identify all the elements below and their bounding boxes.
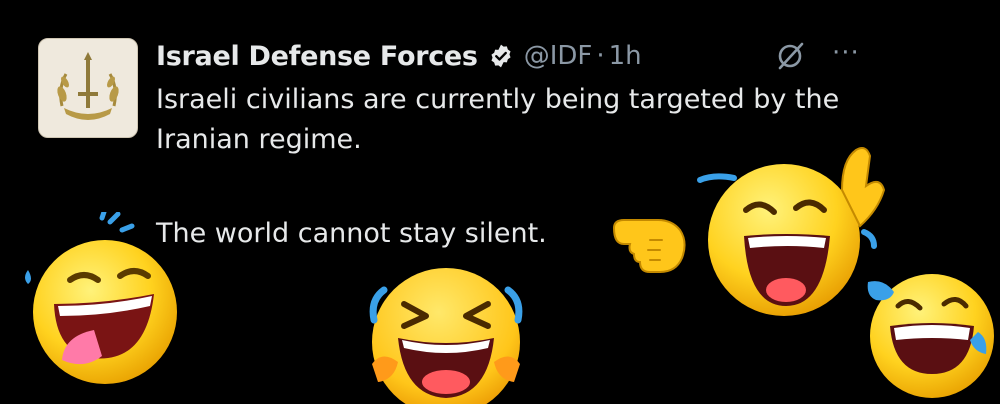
grok-icon[interactable]	[774, 40, 806, 72]
author-handle[interactable]: @IDF	[524, 41, 593, 71]
tweet-card[interactable]: Israel Defense Forces @IDF · 1h ··· Isra…	[0, 0, 1000, 404]
crying-laughing-emoji	[369, 268, 523, 404]
verified-badge-icon	[491, 44, 511, 68]
pointing-hand-emoji	[612, 219, 686, 273]
idf-emblem-icon	[57, 52, 119, 120]
tweet-header: Israel Defense Forces @IDF · 1h	[156, 36, 642, 76]
tears-of-joy-emoji	[867, 274, 994, 398]
separator-dot: ·	[596, 41, 605, 71]
more-icon[interactable]: ···	[832, 38, 860, 68]
timestamp[interactable]: 1h	[609, 41, 642, 71]
laughing-tongue-emoji	[25, 212, 177, 384]
author-name[interactable]: Israel Defense Forces	[156, 41, 478, 72]
avatar[interactable]	[38, 38, 138, 138]
